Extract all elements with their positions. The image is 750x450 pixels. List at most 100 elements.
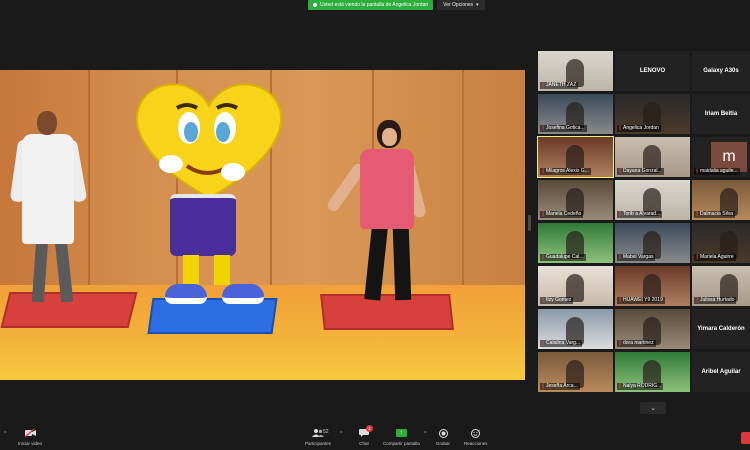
muted-mic-icon: ❙: [618, 340, 623, 346]
svg-text:+: +: [478, 429, 481, 433]
participant-name: Yimara Calderón: [697, 326, 745, 332]
participant-tile[interactable]: Aribel Aguilar: [692, 352, 750, 392]
mascot-shoe: [222, 284, 264, 304]
participant-tile[interactable]: ❙ Mabel Vargas: [615, 223, 690, 263]
participant-name: Milagros Alexis G...: [546, 168, 589, 174]
participant-name: Aribel Aguilar: [701, 369, 741, 375]
participant-tile[interactable]: Yimara Calderón: [692, 309, 750, 349]
participant-tile[interactable]: ❙ Guadalupe Cal...: [538, 223, 613, 263]
muted-mic-icon: ❙: [695, 254, 700, 260]
participant-tile[interactable]: ❙ JANETH ZAZ: [538, 51, 613, 91]
participant-tile[interactable]: ❙ Milagros Alexis G...: [537, 136, 614, 178]
participant-tile[interactable]: ❙ Jeseña Arca...: [538, 352, 613, 392]
participants-button[interactable]: 52 Participantes: [305, 428, 331, 446]
mascot-leg: [183, 255, 199, 285]
muted-mic-icon: ❙: [618, 211, 623, 217]
participant-name: Catalina Varg...: [546, 340, 581, 346]
participant-name: Galaxy A30s: [703, 68, 739, 74]
participant-name-label: ❙ HUAWEI Y9 2019: [617, 297, 665, 304]
muted-mic-icon: ❙: [541, 82, 546, 88]
participant-name: maidalia aguile...: [700, 168, 738, 174]
participant-tile[interactable]: ❙ Josefina Gotica...: [538, 94, 613, 134]
share-screen-button[interactable]: ↑ Compartir pantalla: [383, 428, 420, 446]
doctor-leg: [31, 239, 49, 303]
participant-name-label: ❙ maidalia aguile...: [694, 168, 740, 175]
participant-tile[interactable]: ❙ HUAWEI Y9 2019: [615, 266, 690, 306]
participant-tile[interactable]: ❙ Torib a Alvarad...: [615, 180, 690, 220]
participant-name-label: ❙ Torib a Alvarad...: [617, 211, 663, 218]
participant-name: Mariela Aguirre: [700, 254, 734, 260]
participant-name: Mariela Cedeño: [546, 211, 582, 217]
participant-name: Itzy Gomez: [546, 297, 572, 303]
participant-name-label: ❙ Nalya RODRIG...: [617, 383, 664, 390]
muted-mic-icon: ❙: [541, 168, 546, 174]
participant-name: Julissa Hurtado: [700, 297, 735, 303]
participant-name: Torib a Alvarad...: [623, 211, 661, 217]
nurse-top: [360, 149, 414, 229]
participant-name-label: ❙ Julissa Hurtado: [694, 297, 737, 304]
view-options-button[interactable]: Ver Opciones ▾: [437, 0, 485, 10]
start-video-label: Iniciar video: [18, 441, 43, 446]
participant-tile[interactable]: ❙ Mariela Cedeño: [538, 180, 613, 220]
participant-name-label: ❙ Guadalupe Cal...: [540, 254, 586, 261]
end-meeting-button[interactable]: [741, 432, 750, 444]
participant-name: Iriam Beitia: [704, 111, 738, 117]
muted-mic-icon: ❙: [695, 168, 700, 174]
chevron-down-icon: ⌄: [650, 405, 656, 412]
participant-tile[interactable]: ❙ Angelica Jordan: [615, 94, 690, 134]
heart-mascot-head: [135, 83, 283, 200]
participant-tile[interactable]: m ❙ maidalia aguile...: [692, 137, 750, 177]
participant-name: Jeseña Arca...: [546, 383, 578, 389]
participant-tile[interactable]: ❙ Dalmacia Silva: [692, 180, 750, 220]
participant-tile[interactable]: Galaxy A30s: [692, 51, 750, 91]
smiley-plus-icon: +: [470, 428, 482, 438]
participant-tile[interactable]: ❙ dora martinez: [615, 309, 690, 349]
reactions-label: Reacciones: [464, 441, 488, 446]
participant-tile[interactable]: ❙ Julissa Hurtado: [692, 266, 750, 306]
start-video-button[interactable]: Iniciar video: [18, 428, 42, 446]
participant-tile[interactable]: LENOVO: [615, 51, 690, 91]
participant-tile[interactable]: ❙ Catalina Varg...: [538, 309, 613, 349]
participant-name: Mabel Vargas: [623, 254, 654, 260]
chevron-up-icon[interactable]: ^: [340, 431, 342, 437]
chat-button[interactable]: 2 Chat: [358, 425, 373, 446]
participant-tile[interactable]: ❙ Nalya RODRIG...: [615, 352, 690, 392]
participant-tile[interactable]: Iriam Beitia: [692, 94, 750, 134]
reactions-button[interactable]: + Reacciones: [464, 428, 488, 446]
participant-name-label: ❙ Dayana Gonzal...: [617, 168, 664, 175]
participant-tile[interactable]: ❙ Mariela Aguirre: [692, 223, 750, 263]
record-button[interactable]: Grabar: [436, 428, 450, 446]
participant-name: Nalya RODRIG...: [623, 383, 662, 389]
participant-name: dora martinez: [623, 340, 654, 346]
sharing-indicator: Usted está viendo la pantalla de Angelic…: [308, 0, 434, 10]
mascot-leg: [214, 255, 230, 285]
participant-name: Dalmacia Silva: [700, 211, 734, 217]
participant-tile[interactable]: ❙ Dayana Gonzal...: [615, 137, 690, 177]
zoom-meeting-window: Usted está viendo la pantalla de Angelic…: [0, 0, 750, 450]
record-label: Grabar: [436, 441, 451, 446]
shared-screen-video[interactable]: [0, 70, 525, 380]
sharing-dot-icon: [313, 3, 317, 7]
participant-name: JANETH ZAZ: [546, 82, 577, 88]
participant-tile[interactable]: ❙ Itzy Gomez: [538, 266, 613, 306]
participant-name-label: ❙ Mariela Cedeño: [540, 211, 584, 218]
muted-mic-icon: ❙: [541, 125, 546, 131]
mascot-shorts: [170, 194, 236, 256]
participant-name-label: ❙ JANETH ZAZ: [540, 82, 579, 89]
chevron-up-icon[interactable]: ^: [4, 431, 6, 437]
muted-mic-icon: ❙: [618, 168, 623, 174]
chevron-up-icon[interactable]: ^: [424, 431, 426, 437]
participant-name: Dayana Gonzal...: [623, 168, 662, 174]
gallery-next-page-button[interactable]: ⌄: [640, 402, 666, 414]
panel-resize-handle[interactable]: [528, 215, 531, 231]
nurse-leg: [392, 227, 412, 301]
chat-label: Chat: [359, 441, 369, 446]
muted-mic-icon: ❙: [695, 211, 700, 217]
collapse-arrow-icon[interactable]: ›: [519, 170, 521, 176]
video-camera-off-icon: [24, 428, 36, 438]
muted-mic-icon: ❙: [695, 297, 700, 303]
doctor-head: [37, 111, 57, 135]
participant-name: Guadalupe Cal...: [546, 254, 584, 260]
muted-mic-icon: ❙: [618, 383, 623, 389]
muted-mic-icon: ❙: [541, 254, 546, 260]
